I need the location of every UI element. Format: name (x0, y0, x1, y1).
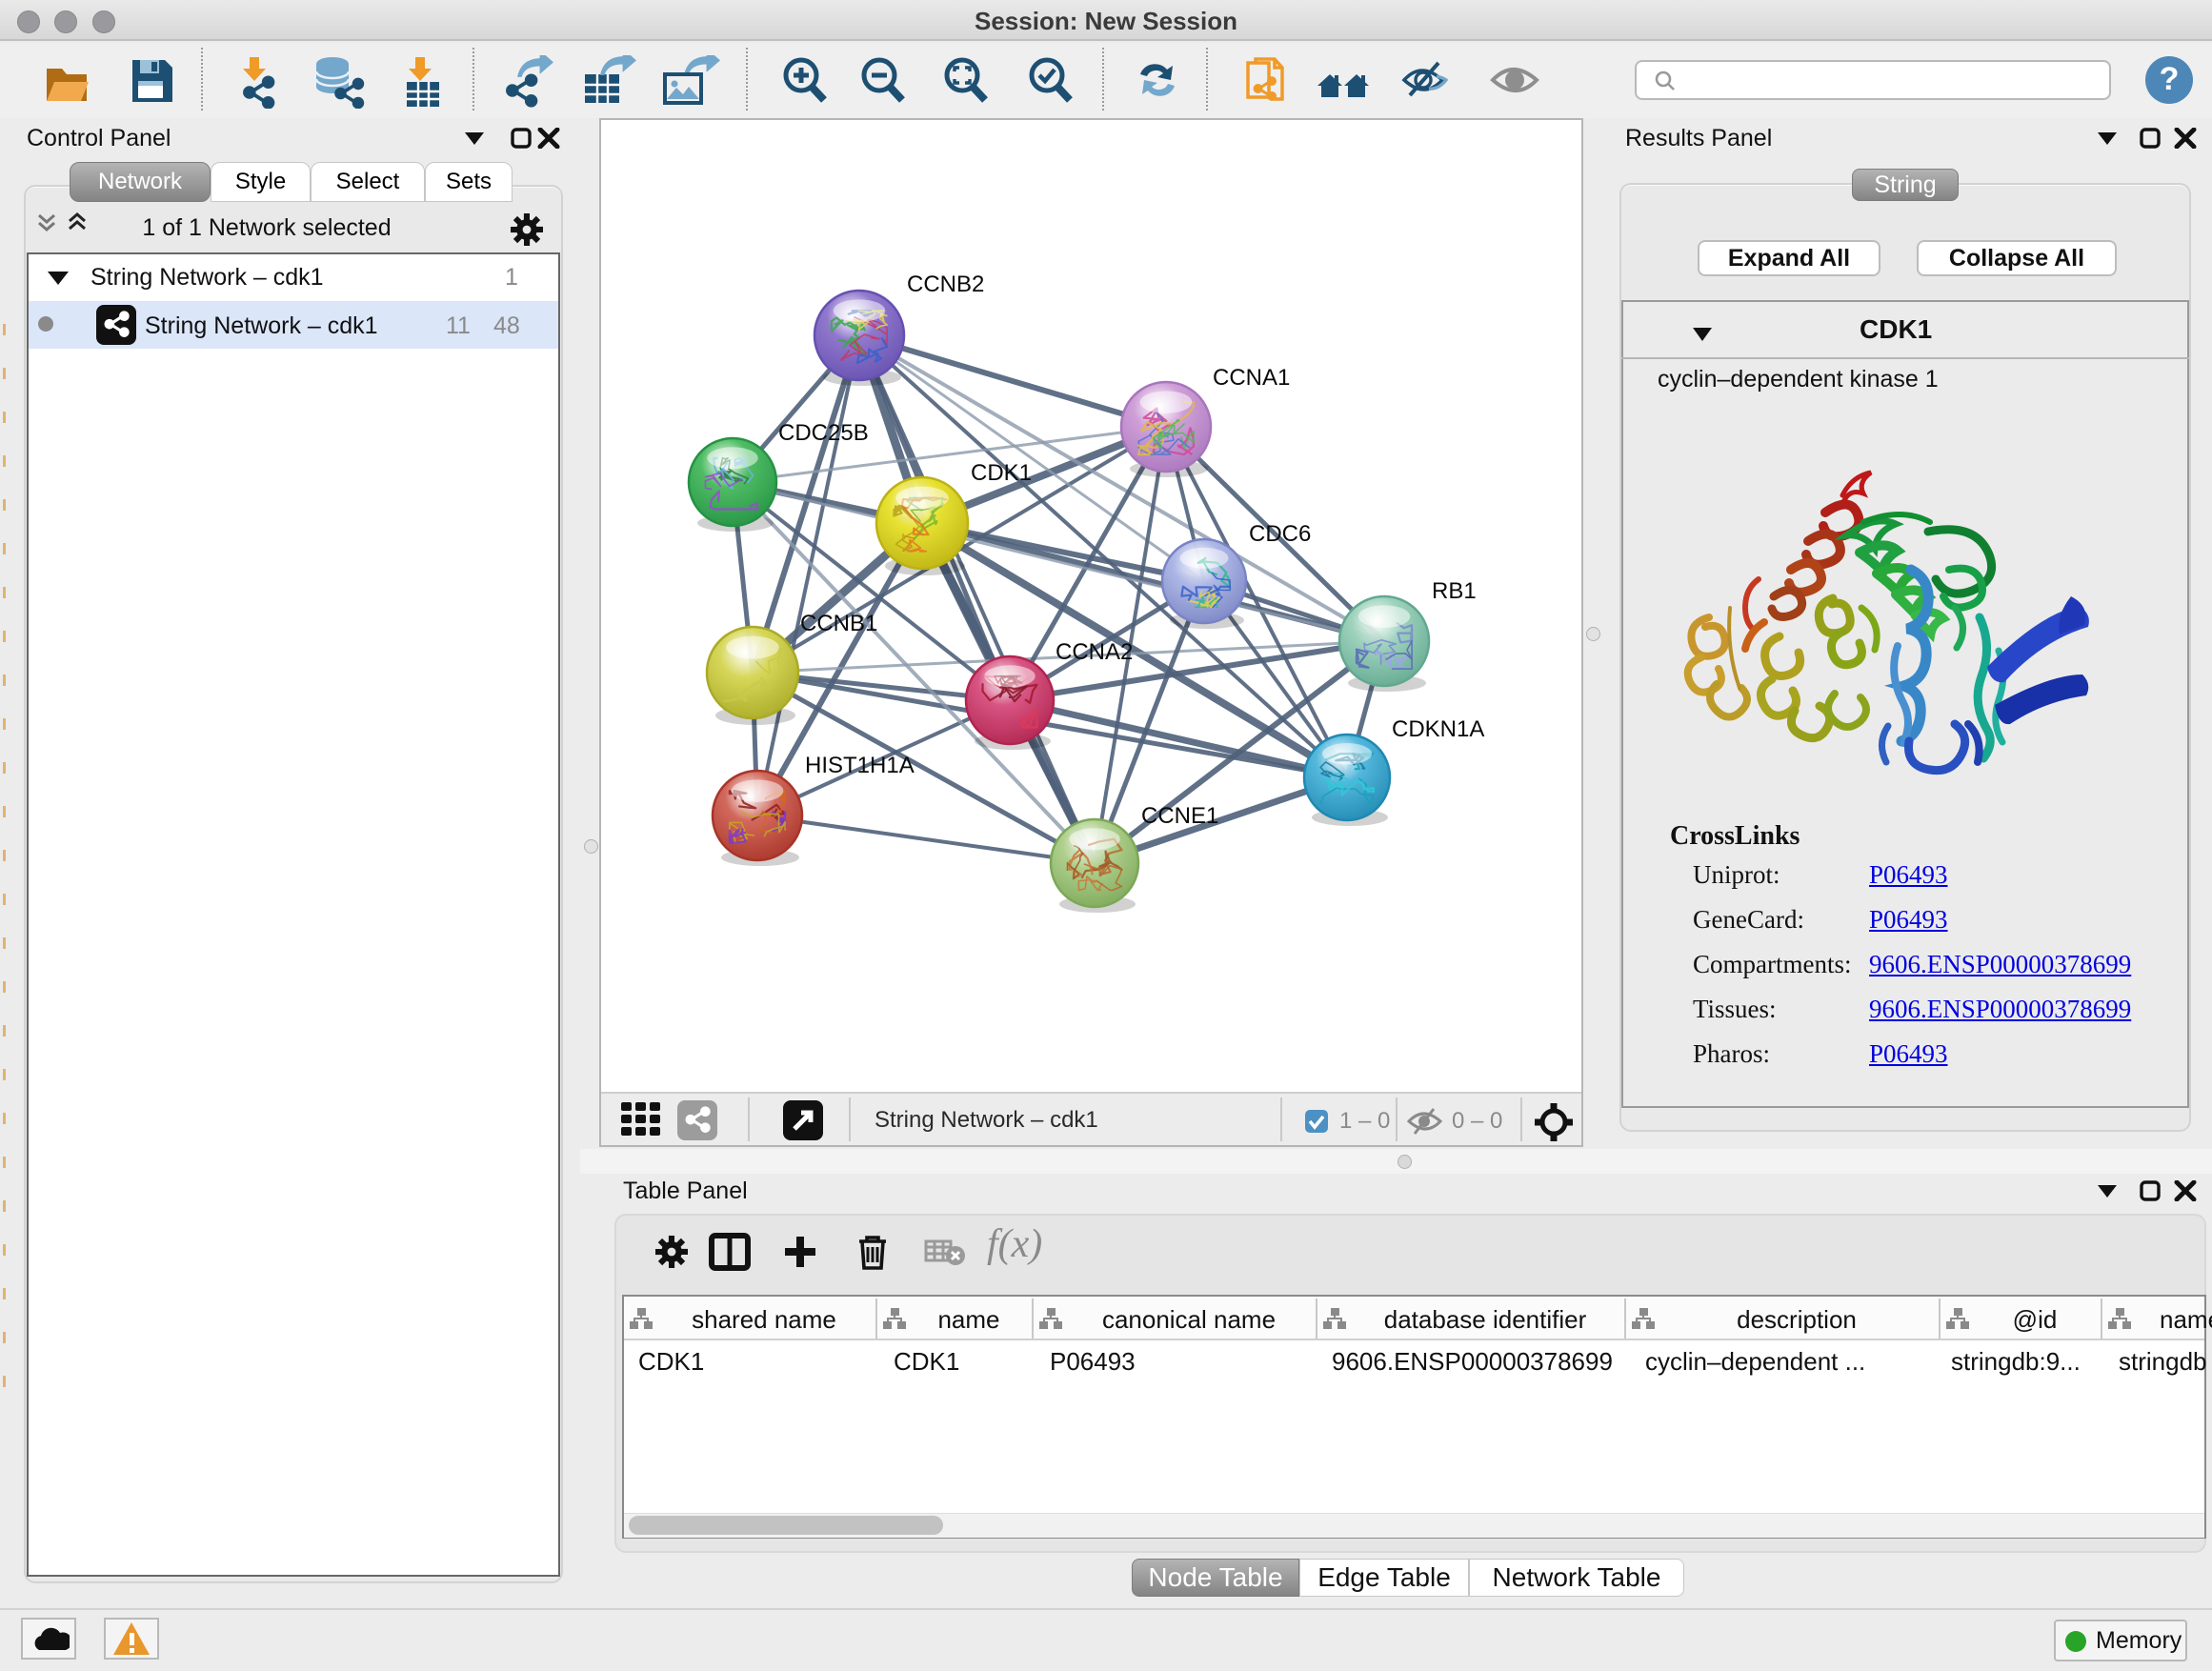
svg-text:CCNB1: CCNB1 (800, 611, 877, 636)
svg-text:CCNB2: CCNB2 (907, 272, 984, 297)
svg-text:HIST1H1A: HIST1H1A (805, 753, 915, 778)
svg-text:CDK1: CDK1 (971, 460, 1032, 486)
svg-text:CCNA2: CCNA2 (1056, 639, 1133, 665)
svg-text:RB1: RB1 (1432, 578, 1477, 604)
svg-text:CCNE1: CCNE1 (1141, 803, 1218, 829)
svg-text:CDC6: CDC6 (1249, 521, 1311, 547)
svg-text:CCNA1: CCNA1 (1213, 365, 1290, 391)
svg-text:CDKN1A: CDKN1A (1392, 716, 1484, 742)
svg-text:CDC25B: CDC25B (778, 420, 869, 446)
